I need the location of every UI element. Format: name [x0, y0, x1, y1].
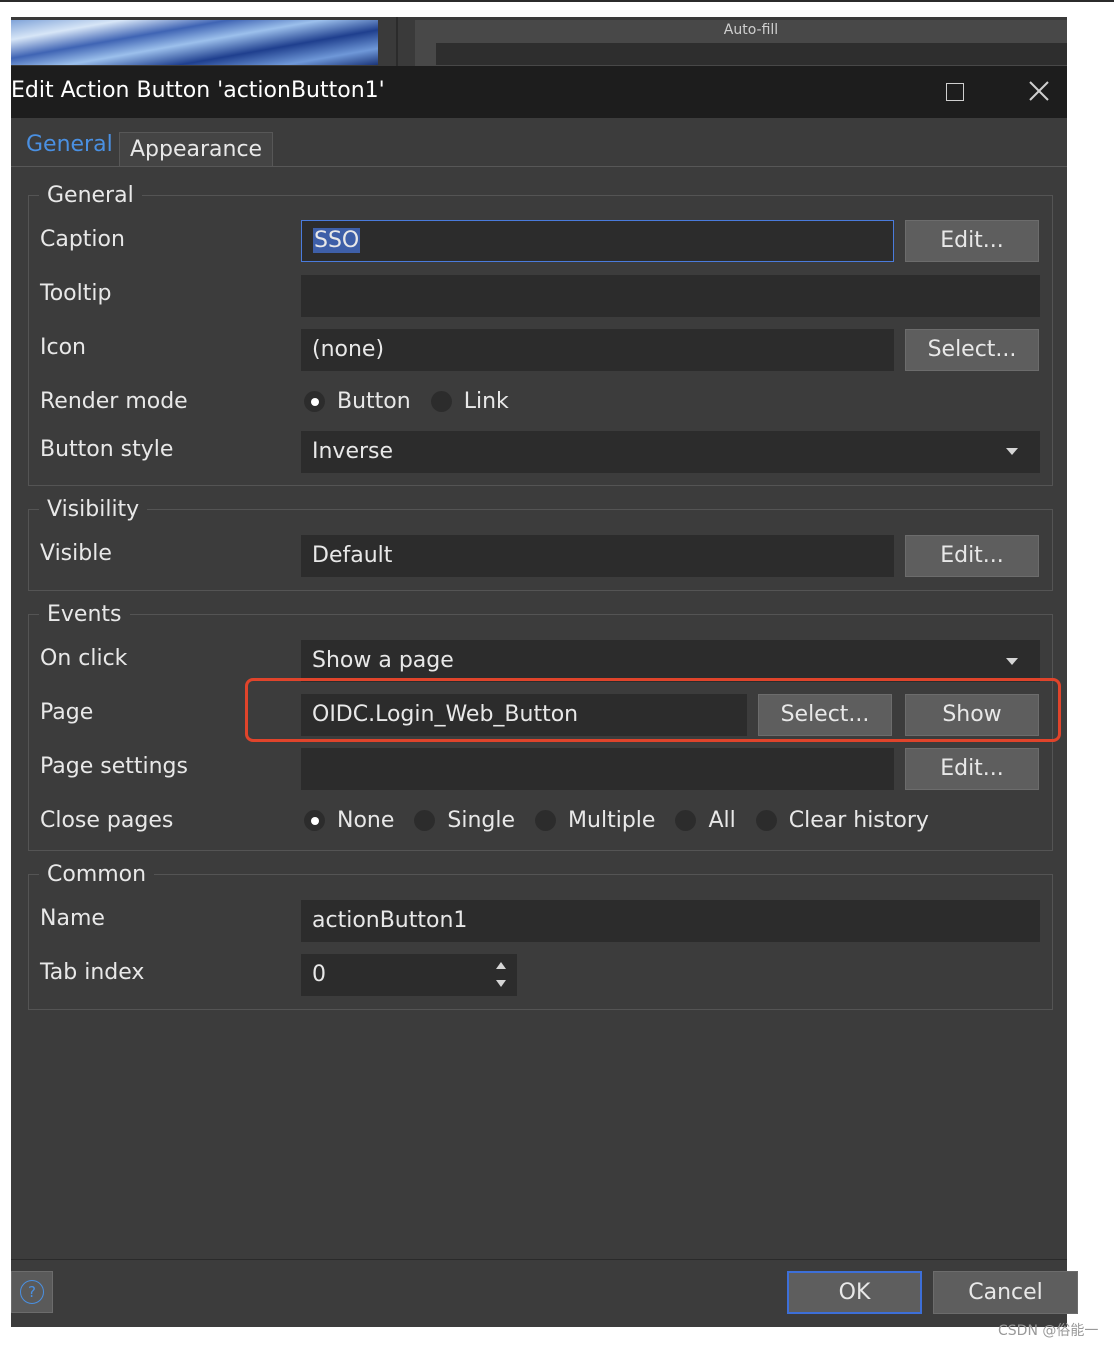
- spin-up-icon[interactable]: [496, 962, 506, 969]
- visibility-legend: Visibility: [47, 497, 140, 522]
- radio-unchecked-icon[interactable]: [430, 391, 452, 412]
- page-label: Page: [40, 700, 94, 725]
- top-border: [0, 0, 1114, 2]
- name-field[interactable]: actionButton1: [301, 900, 1040, 942]
- autofill-label: Auto-fill: [723, 22, 779, 38]
- background-divider: [396, 17, 398, 67]
- page-settings-edit-button[interactable]: Edit...: [905, 748, 1039, 790]
- radio-unchecked-icon[interactable]: [414, 810, 436, 831]
- page-settings-label: Page settings: [40, 754, 188, 779]
- visible-label: Visible: [40, 541, 112, 566]
- tab-appearance[interactable]: Appearance: [119, 132, 274, 167]
- close-pages-radio-group: None Single Multiple All Clear history: [304, 808, 949, 833]
- radio-unchecked-icon[interactable]: [535, 810, 557, 831]
- on-click-label: On click: [40, 646, 128, 671]
- water-thumbnail-image: [11, 20, 378, 65]
- on-click-value: Show a page: [312, 648, 454, 673]
- radio-unchecked-icon[interactable]: [675, 810, 697, 831]
- render-mode-label: Render mode: [40, 389, 188, 414]
- close-pages-none-option[interactable]: None: [304, 808, 394, 833]
- tooltip-field[interactable]: [301, 275, 1040, 317]
- close-pages-single-label: Single: [447, 808, 516, 833]
- icon-field[interactable]: (none): [301, 329, 894, 371]
- ok-button[interactable]: OK: [787, 1271, 922, 1314]
- caption-edit-button[interactable]: Edit...: [905, 220, 1039, 262]
- render-mode-radio-group: Button Link: [304, 389, 529, 414]
- close-pages-clear-history-option[interactable]: Clear history: [755, 808, 929, 833]
- render-mode-link-label: Link: [463, 389, 509, 414]
- close-pages-label: Close pages: [40, 808, 174, 833]
- tooltip-label: Tooltip: [40, 281, 112, 306]
- on-click-select[interactable]: Show a page: [301, 640, 1040, 682]
- red-highlight-annotation: [245, 678, 1061, 742]
- tab-index-label: Tab index: [40, 960, 145, 985]
- help-icon: ?: [20, 1280, 44, 1304]
- caption-field[interactable]: SSO: [301, 220, 894, 262]
- close-pages-all-label: All: [708, 808, 736, 833]
- caption-label: Caption: [40, 227, 125, 252]
- events-legend: Events: [47, 602, 122, 627]
- close-pages-single-option[interactable]: Single: [414, 808, 515, 833]
- autofill-input[interactable]: [436, 43, 1067, 65]
- name-label: Name: [40, 906, 105, 931]
- cancel-button[interactable]: Cancel: [933, 1271, 1078, 1314]
- close-pages-multiple-option[interactable]: Multiple: [535, 808, 655, 833]
- icon-label: Icon: [40, 335, 86, 360]
- dialog-title: Edit Action Button 'actionButton1': [11, 78, 385, 103]
- radio-unchecked-icon[interactable]: [755, 810, 777, 831]
- footer-divider: [11, 1259, 1067, 1260]
- tab-index-stepper[interactable]: [487, 954, 517, 996]
- radio-checked-icon[interactable]: [304, 810, 325, 831]
- icon-select-button[interactable]: Select...: [905, 329, 1039, 371]
- caption-value: SSO: [313, 228, 361, 253]
- close-icon[interactable]: [1026, 78, 1052, 104]
- chevron-down-icon[interactable]: [1006, 448, 1018, 455]
- common-legend: Common: [47, 862, 147, 887]
- maximize-icon[interactable]: [946, 83, 964, 101]
- watermark: CSDN @俗能一: [998, 1323, 1099, 1339]
- render-mode-link-option[interactable]: Link: [430, 389, 509, 414]
- button-style-select[interactable]: Inverse: [301, 431, 1040, 473]
- tab-general[interactable]: General: [26, 132, 113, 157]
- help-button[interactable]: ?: [11, 1271, 53, 1313]
- general-legend: General: [47, 183, 134, 208]
- render-mode-button-label: Button: [337, 389, 411, 414]
- radio-checked-icon[interactable]: [304, 391, 325, 412]
- render-mode-button-option[interactable]: Button: [304, 389, 411, 414]
- page-settings-field[interactable]: [301, 748, 894, 790]
- button-style-label: Button style: [40, 437, 174, 462]
- close-pages-none-label: None: [337, 808, 395, 833]
- spin-down-icon[interactable]: [496, 980, 506, 987]
- edit-action-button-dialog: Edit Action Button 'actionButton1' Gener…: [11, 66, 1078, 1327]
- visible-edit-button[interactable]: Edit...: [905, 535, 1039, 577]
- close-pages-clear-history-label: Clear history: [788, 808, 929, 833]
- visible-field[interactable]: Default: [301, 535, 894, 577]
- chevron-down-icon[interactable]: [1006, 658, 1018, 665]
- tab-divider: [11, 166, 1067, 167]
- close-pages-all-option[interactable]: All: [675, 808, 736, 833]
- button-style-value: Inverse: [312, 439, 394, 464]
- dialog-titlebar[interactable]: Edit Action Button 'actionButton1': [11, 66, 1067, 118]
- close-pages-multiple-label: Multiple: [568, 808, 656, 833]
- tab-index-field[interactable]: 0: [301, 954, 487, 996]
